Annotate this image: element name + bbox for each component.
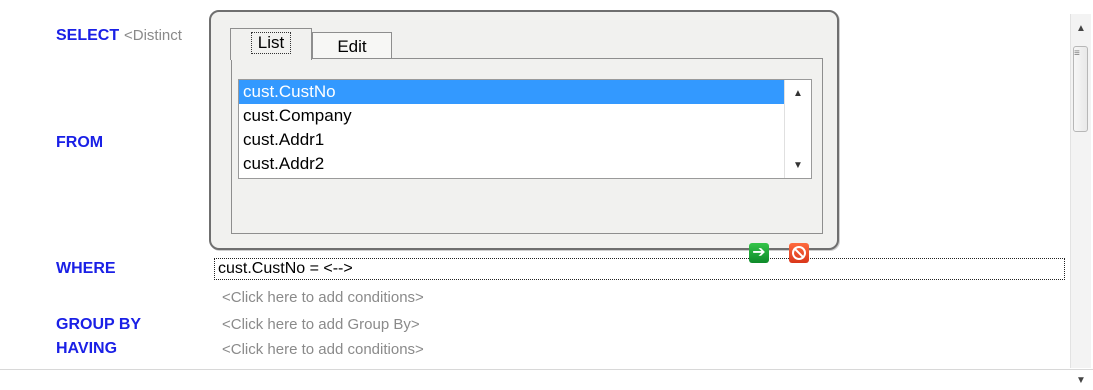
- confirm-button[interactable]: ➔: [749, 243, 769, 263]
- select-keyword[interactable]: SELECT: [56, 27, 119, 45]
- tab-list[interactable]: List: [230, 28, 312, 60]
- cancel-button[interactable]: [789, 243, 809, 263]
- vertical-scrollbar[interactable]: ▲ ≡ ▼: [1070, 14, 1091, 386]
- list-item[interactable]: cust.CustNo: [239, 80, 785, 104]
- distinct-hint[interactable]: <Distinct: [124, 27, 182, 44]
- scroll-down-icon[interactable]: ▼: [1071, 372, 1091, 390]
- group-by-keyword[interactable]: GROUP BY: [56, 316, 141, 334]
- field-picker-popup: List Edit cust.CustNo cust.Company cust.…: [209, 10, 839, 263]
- where-condition-text[interactable]: cust.CustNo = <-->: [218, 260, 353, 277]
- list-scroll-up-icon[interactable]: ▲: [785, 88, 811, 99]
- tab-edit[interactable]: Edit: [312, 32, 392, 60]
- list-item[interactable]: cust.Addr2: [239, 152, 785, 176]
- list-scroll-down-icon[interactable]: ▼: [785, 160, 811, 171]
- tab-edit-label: Edit: [337, 37, 367, 56]
- listbox-scrollbar[interactable]: ▲ ▼: [784, 80, 811, 178]
- from-keyword[interactable]: FROM: [56, 134, 103, 152]
- add-group-by-link[interactable]: <Click here to add Group By>: [222, 316, 420, 333]
- where-keyword[interactable]: WHERE: [56, 260, 116, 278]
- grip-icon: ≡: [1074, 48, 1080, 59]
- add-having-conditions-link[interactable]: <Click here to add conditions>: [222, 341, 424, 358]
- list-tab-panel: cust.CustNo cust.Company cust.Addr1 cust…: [231, 58, 823, 263]
- where-condition-row[interactable]: cust.CustNo = <-->: [214, 258, 1065, 280]
- list-item[interactable]: cust.Addr1: [239, 128, 785, 152]
- add-where-conditions-link[interactable]: <Click here to add conditions>: [222, 289, 424, 306]
- list-item[interactable]: cust.Company: [239, 104, 785, 128]
- arrow-right-icon: ➔: [752, 244, 766, 261]
- query-builder-canvas: SELECT <Distinct FROM WHERE cust.CustNo …: [0, 0, 1093, 386]
- field-listbox[interactable]: cust.CustNo cust.Company cust.Addr1 cust…: [238, 79, 812, 179]
- tab-list-label: List: [250, 32, 292, 54]
- scroll-up-icon[interactable]: ▲: [1071, 20, 1091, 38]
- having-keyword[interactable]: HAVING: [56, 340, 117, 358]
